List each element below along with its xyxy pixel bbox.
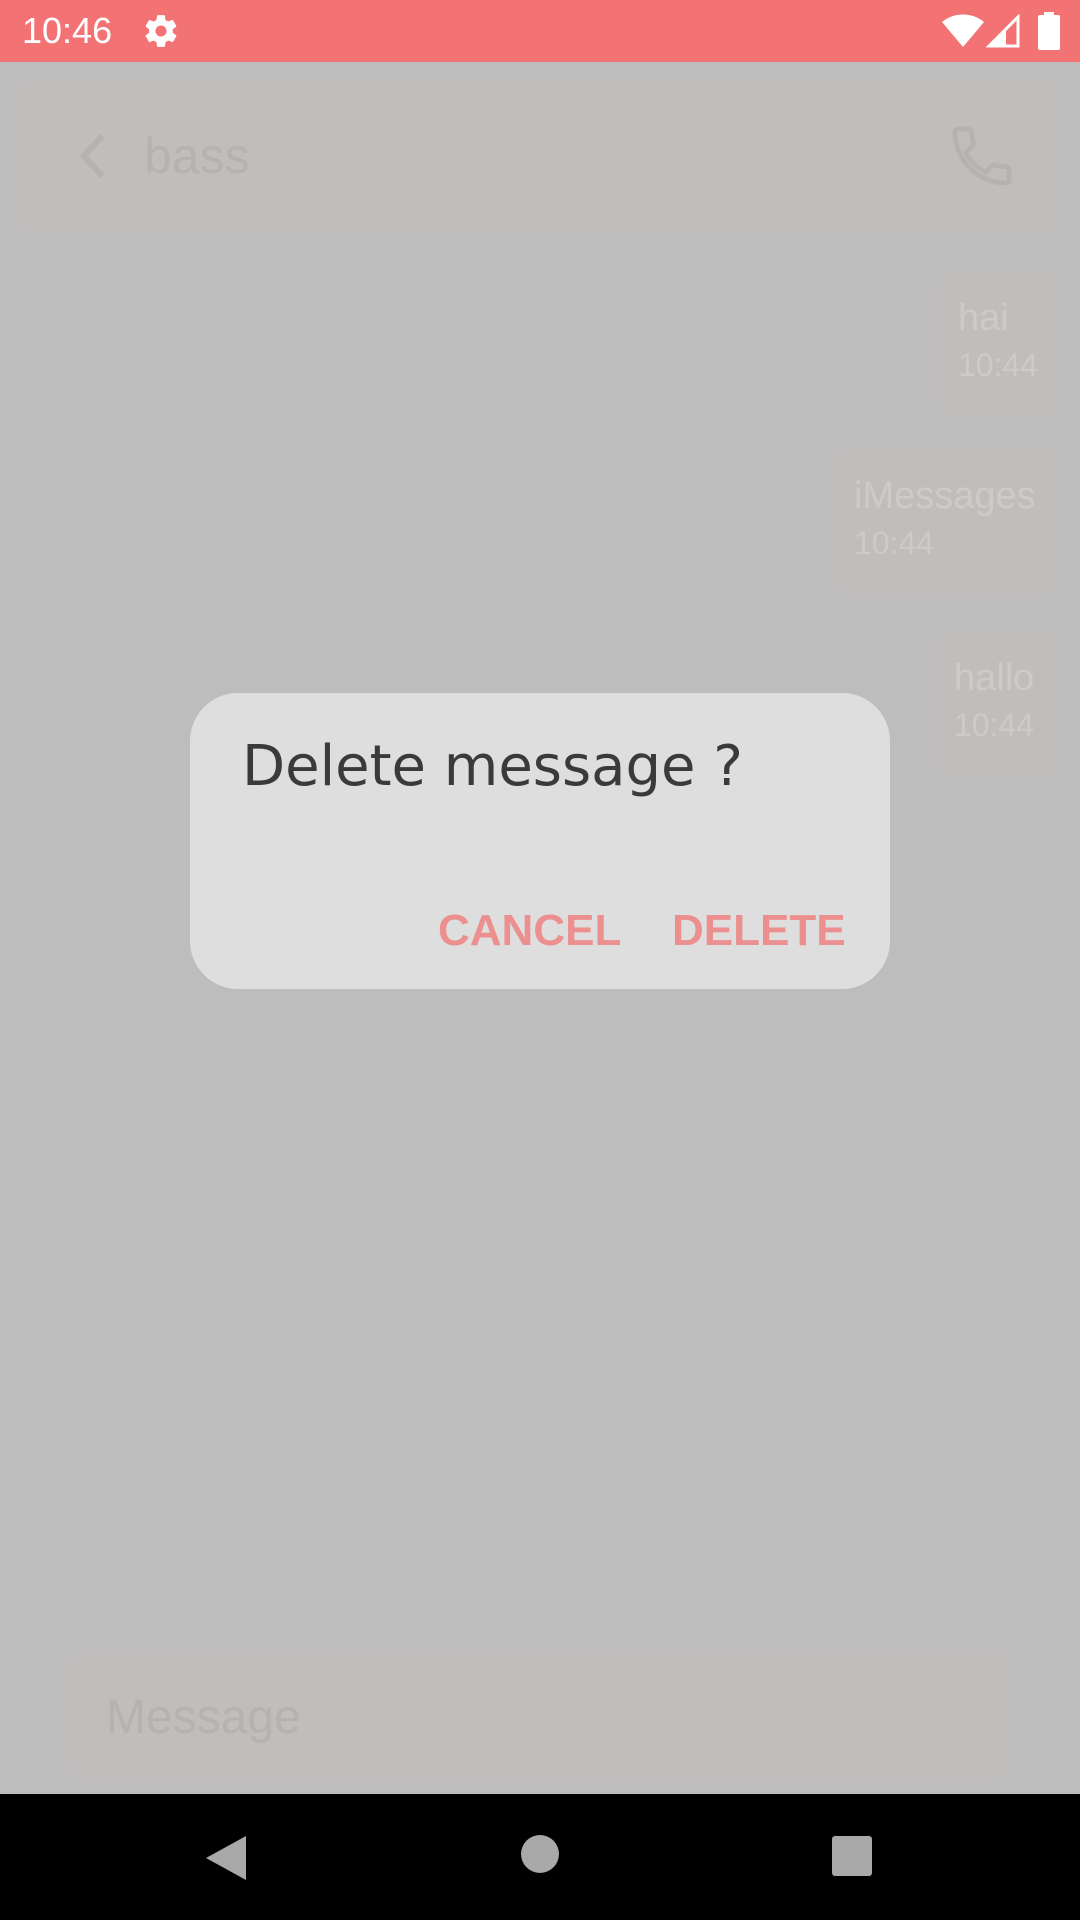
delete-message-dialog: Delete message ? CANCEL DELETE [190, 693, 890, 989]
signal-icon [986, 14, 1020, 48]
status-bar: 10:46 [0, 0, 1080, 62]
message-input-placeholder: Message [106, 1691, 301, 1744]
wifi-icon [942, 14, 984, 47]
chat-app-bar: bass [16, 80, 1062, 232]
cancel-button[interactable]: CANCEL [438, 905, 621, 957]
message-text: iMessages [854, 475, 1036, 517]
message-input[interactable]: Message [66, 1650, 1012, 1780]
delete-button[interactable]: DELETE [672, 905, 846, 957]
phone-icon[interactable] [946, 120, 1018, 192]
navigation-bar [0, 1794, 1080, 1920]
nav-back-icon[interactable] [204, 1834, 248, 1882]
nav-recents-icon[interactable] [832, 1836, 872, 1876]
dialog-title: Delete message ? [242, 734, 743, 799]
message-text: hai [958, 297, 1009, 339]
message-text: hallo [954, 657, 1035, 699]
battery-icon [1038, 12, 1060, 50]
contact-name: bass [144, 128, 250, 184]
nav-home-icon[interactable] [520, 1834, 560, 1874]
message-time: 10:44 [954, 707, 1035, 743]
back-arrow-icon[interactable] [72, 128, 112, 184]
status-time: 10:46 [22, 10, 113, 51]
message-bubble[interactable]: hai 10:44 [936, 270, 1062, 418]
message-bubble[interactable]: hallo 10:44 [932, 630, 1062, 778]
message-time: 10:44 [958, 347, 1039, 383]
gear-icon [145, 15, 177, 47]
message-bubble[interactable]: iMessages 10:44 [832, 448, 1062, 596]
message-time: 10:44 [854, 525, 935, 561]
